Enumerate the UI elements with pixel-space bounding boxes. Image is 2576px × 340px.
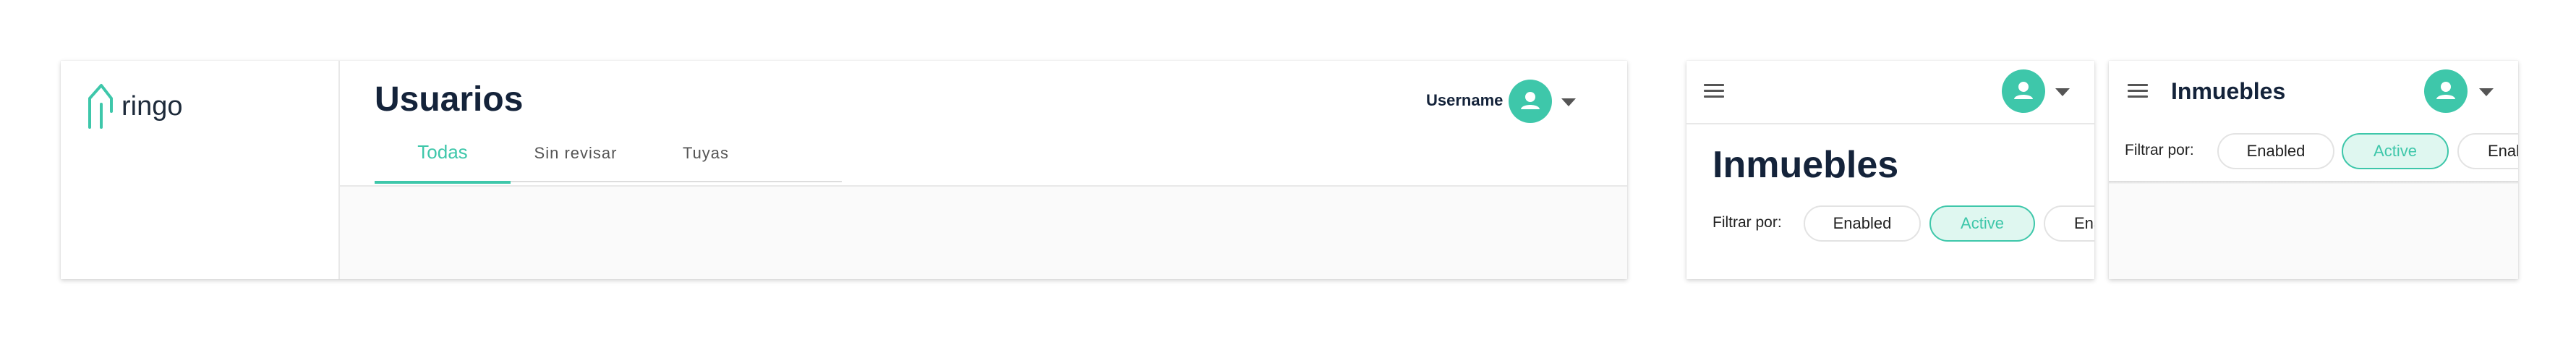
username-label[interactable]: Username xyxy=(1426,91,1503,110)
hamburger-icon[interactable] xyxy=(2128,84,2148,98)
tabs-underline xyxy=(511,181,842,182)
person-icon xyxy=(1521,92,1540,109)
tab-todas[interactable]: Todas xyxy=(375,140,511,184)
page-title: Inmuebles xyxy=(1713,144,1899,186)
chip-label: Active xyxy=(1961,214,2004,232)
mobile-window: Inmuebles Filtrar por: Enabled Active En… xyxy=(1686,61,2094,279)
avatar[interactable] xyxy=(2002,69,2045,113)
chip-active[interactable]: Active xyxy=(2342,133,2449,169)
page-title: Usuarios xyxy=(375,80,524,119)
tab-label: Todas xyxy=(417,141,468,163)
tab-sin-revisar[interactable]: Sin revisar xyxy=(511,143,641,184)
house-icon xyxy=(88,84,113,129)
chip-label: Ena xyxy=(2074,214,2094,232)
chip-enabled[interactable]: Enabled xyxy=(1804,205,1921,242)
chip-label: Active xyxy=(2374,142,2417,160)
avatar[interactable] xyxy=(2424,69,2468,113)
tab-label: Tuyas xyxy=(682,144,730,162)
hamburger-icon[interactable] xyxy=(1704,84,1724,98)
mobile-compact-window: Inmuebles Filtrar por: Enabled Active En… xyxy=(2109,61,2518,279)
caret-down-icon[interactable] xyxy=(2479,88,2494,96)
logo[interactable]: ringo xyxy=(85,82,201,129)
chip-label: Enabled xyxy=(2246,142,2306,160)
tab-tuyas[interactable]: Tuyas xyxy=(641,143,771,184)
chip-enabled-overflow[interactable]: Enal xyxy=(2457,133,2518,169)
chip-enabled[interactable]: Enabled xyxy=(2217,133,2334,169)
caret-down-icon[interactable] xyxy=(2055,88,2070,96)
logo-text: ringo xyxy=(121,91,183,122)
header-divider xyxy=(340,185,1627,187)
desktop-window: ringo Usuarios Username Todas Sin revisa… xyxy=(61,61,1627,279)
filter-label: Filtrar por: xyxy=(1713,214,1782,231)
compact-header-shadow xyxy=(2109,181,2518,184)
chip-label: Enabled xyxy=(1833,214,1892,232)
chip-enabled-overflow[interactable]: Ena xyxy=(2044,205,2094,242)
chip-label: Enal xyxy=(2488,142,2518,160)
person-icon xyxy=(2436,82,2455,99)
avatar[interactable] xyxy=(1509,80,1552,123)
tab-active-indicator xyxy=(375,181,511,184)
tab-label: Sin revisar xyxy=(534,144,618,162)
chip-active[interactable]: Active xyxy=(1929,205,2035,242)
page-title: Inmuebles xyxy=(2171,78,2286,104)
person-icon xyxy=(2014,82,2033,99)
caret-down-icon[interactable] xyxy=(1561,98,1576,106)
filter-label: Filtrar por: xyxy=(2125,142,2194,158)
